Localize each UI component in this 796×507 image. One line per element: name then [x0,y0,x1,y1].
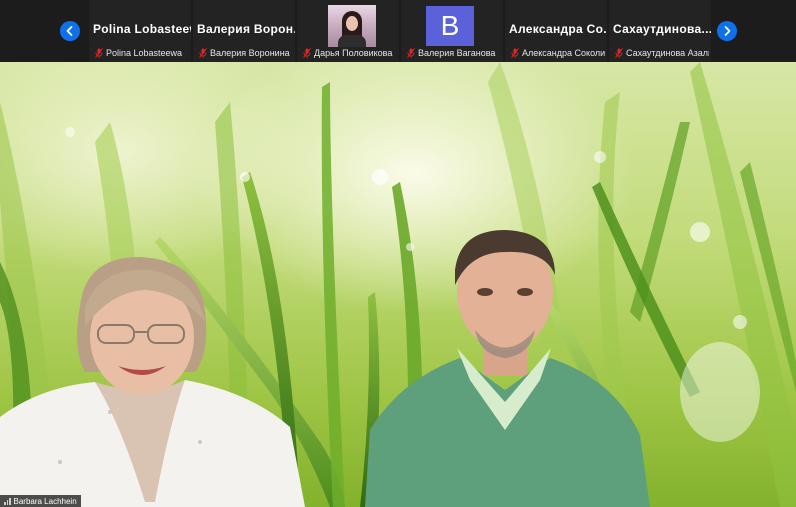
participant-tile[interactable]: Polina Lobasteew... Polina Lobasteewa [89,0,191,62]
participant-name: Александра Соколихи... [522,48,605,58]
signal-strength-icon [4,497,11,505]
participant-label: Валерия Воронина [199,47,293,59]
participant-name: Polina Lobasteewa [106,48,183,58]
participant-tile[interactable]: Дарья Половикова [297,0,399,62]
participant-tile[interactable]: Сахаутдинова... Сахаутдинова Азалия [609,0,711,62]
participant-tile[interactable]: B Валерия Ваганова [401,0,503,62]
chevron-right-icon [724,26,731,36]
participant-display-name: Сахаутдинова... [613,22,711,36]
muted-mic-icon [199,48,207,58]
participant-name: Дарья Половикова [314,48,393,58]
muted-mic-icon [303,48,311,58]
next-page-button[interactable] [717,21,737,41]
participant-display-name: Polina Lobasteew... [93,22,191,36]
muted-mic-icon [615,48,623,58]
speaker-name: Barbara Lachhein [13,496,77,506]
muted-mic-icon [511,48,519,58]
participant-name: Валерия Ваганова [418,48,496,58]
participant-label: Валерия Ваганова [407,47,501,59]
previous-page-button[interactable] [60,21,80,41]
chevron-left-icon [66,26,73,36]
participant-display-name: Валерия Ворон... [197,22,295,36]
participant-avatar: B [426,6,474,46]
muted-mic-icon [407,48,415,58]
participant-name: Валерия Воронина [210,48,290,58]
participant-display-name: Александра Со... [509,22,607,36]
participant-strip: Polina Lobasteew... Polina Lobasteewa Ва… [0,0,796,62]
zoom-meeting-window: Polina Lobasteew... Polina Lobasteewa Ва… [0,0,796,507]
participant-tile[interactable]: Александра Со... Александра Соколихи... [505,0,607,62]
participant-label: Polina Lobasteewa [95,47,189,59]
participant-video-man [365,230,650,507]
participant-video-woman [0,257,305,507]
participant-label: Александра Соколихи... [511,47,605,59]
muted-mic-icon [95,48,103,58]
participant-label: Дарья Половикова [303,47,397,59]
participant-tile[interactable]: Валерия Ворон... Валерия Воронина [193,0,295,62]
active-speaker-video[interactable]: Barbara Lachhein [0,62,796,507]
participant-label: Сахаутдинова Азалия [615,47,709,59]
speaker-name-tag: Barbara Lachhein [0,495,81,507]
participant-name: Сахаутдинова Азалия [626,48,709,58]
participant-video-thumbnail [328,5,376,47]
